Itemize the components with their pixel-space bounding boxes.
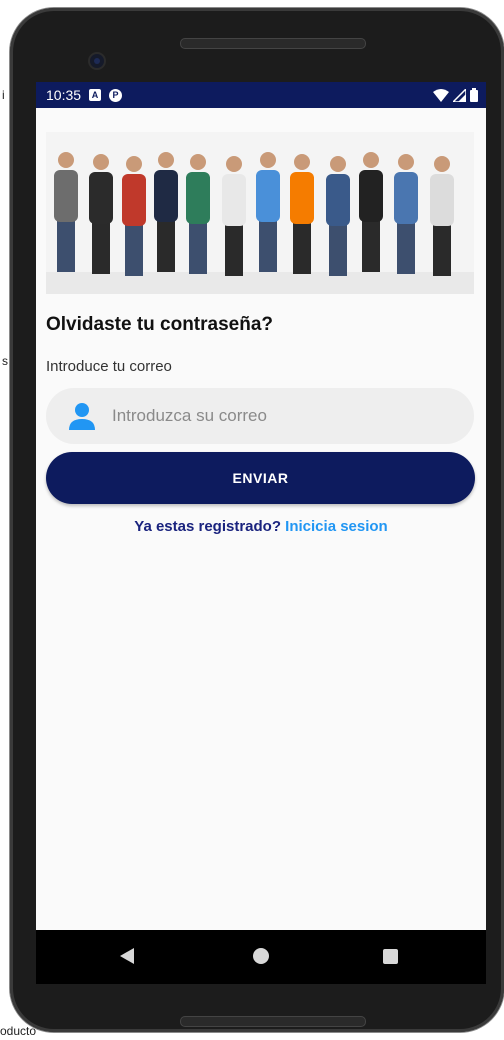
login-prompt: Ya estas registrado? Inicicia sesion [36, 518, 486, 535]
person-icon [69, 403, 95, 430]
worker-figure [326, 156, 350, 276]
page-title: Olvidaste tu contraseña? [46, 314, 274, 335]
worker-figure [54, 152, 78, 272]
bottom-speaker [180, 1016, 366, 1027]
navigation-bar [36, 930, 486, 984]
a-icon: A [89, 89, 102, 101]
signal-icon [453, 88, 466, 102]
worker-figure [222, 156, 246, 276]
background-fragment: i [2, 88, 5, 102]
status-time: 10:35 [46, 87, 82, 103]
phone-screen: 10:35 A P Olvidaste tu contraseña? Intro… [36, 82, 486, 984]
background-fragment: s [2, 354, 8, 368]
status-bar: 10:35 A P [36, 82, 486, 108]
email-input[interactable] [110, 405, 454, 427]
workers-illustration [46, 152, 474, 294]
worker-figure [394, 154, 418, 274]
worker-figure [359, 152, 383, 272]
background-fragment: oducto [0, 1024, 37, 1038]
home-icon[interactable] [253, 948, 269, 964]
worker-figure [290, 154, 314, 274]
worker-figure [154, 152, 178, 272]
email-field-container[interactable] [46, 388, 474, 444]
worker-figure [430, 156, 454, 276]
login-question: Ya estas registrado? [134, 518, 281, 535]
worker-figure [89, 154, 113, 274]
battery-icon [470, 88, 478, 102]
wifi-icon [433, 88, 449, 102]
p-icon: P [109, 88, 123, 102]
worker-figure [122, 156, 146, 276]
worker-figure [186, 154, 210, 274]
recents-icon[interactable] [383, 949, 398, 964]
top-speaker [180, 38, 366, 49]
email-label: Introduce tu correo [46, 358, 172, 375]
send-button[interactable]: ENVIAR [46, 452, 475, 504]
front-camera [88, 52, 106, 70]
worker-figure [256, 152, 280, 272]
login-link[interactable]: Inicicia sesion [285, 518, 388, 535]
back-icon[interactable] [120, 948, 134, 964]
hero-image [46, 132, 474, 294]
